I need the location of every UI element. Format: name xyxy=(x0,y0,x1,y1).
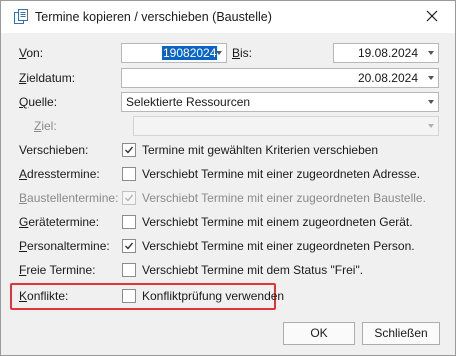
dialog-content: Von: 19082024 Bis: 19.08.2024 Zieldatum:… xyxy=(1,33,455,355)
bis-date-field[interactable]: 19.08.2024 xyxy=(333,43,439,63)
window-title: Termine kopieren / verschieben (Baustell… xyxy=(35,10,272,24)
adresstermine-checkbox-label[interactable]: Verschiebt Termine mit einer zugeordnete… xyxy=(142,167,420,181)
verschieben-checkbox-label[interactable]: Termine mit gewählten Kriterien verschie… xyxy=(142,143,378,157)
konflikte-checkbox[interactable] xyxy=(122,289,136,303)
checkmark-icon xyxy=(125,194,134,202)
copy-document-icon xyxy=(13,9,29,25)
label-quelle: Quelle: xyxy=(19,95,58,109)
close-button[interactable] xyxy=(409,1,455,33)
quelle-value: Selektierte Ressourcen xyxy=(126,95,251,109)
label-geraetetermine: Gerätetermine: xyxy=(19,215,100,229)
bis-date-value: 19.08.2024 xyxy=(357,46,418,60)
freie-termine-checkbox[interactable] xyxy=(122,263,136,277)
label-adresstermine: Adresstermine: xyxy=(19,167,100,181)
label-zieldatum: Zieldatum: xyxy=(19,71,76,85)
zieldatum-value: 20.08.2024 xyxy=(357,71,418,85)
ok-button[interactable]: OK xyxy=(283,322,355,345)
konflikte-checkbox-label[interactable]: Konfliktprüfung verwenden xyxy=(142,289,284,303)
von-date-value: 19082024 xyxy=(162,46,218,60)
label-verschieben: Verschieben: xyxy=(19,143,89,157)
label-freie-termine: Freie Termine: xyxy=(19,263,96,277)
checkmark-icon xyxy=(125,146,134,154)
dialog-window: Termine kopieren / verschieben (Baustell… xyxy=(0,0,456,356)
verschieben-checkbox[interactable] xyxy=(122,143,136,157)
geraetetermine-checkbox[interactable] xyxy=(122,215,136,229)
von-date-field[interactable]: 19082024 xyxy=(121,43,227,63)
label-personaltermine: Personaltermine: xyxy=(19,239,110,253)
title-bar: Termine kopieren / verschieben (Baustell… xyxy=(1,1,455,33)
chevron-down-icon[interactable] xyxy=(428,100,434,104)
geraetetermine-checkbox-label[interactable]: Verschiebt Termine mit einem zugeordnete… xyxy=(142,215,413,229)
chevron-down-icon xyxy=(428,124,434,128)
adresstermine-checkbox[interactable] xyxy=(122,167,136,181)
schliessen-button[interactable]: Schließen xyxy=(362,322,440,345)
chevron-down-icon[interactable] xyxy=(216,51,222,55)
label-von: Von: xyxy=(19,46,44,60)
personaltermine-checkbox[interactable] xyxy=(122,239,136,253)
chevron-down-icon[interactable] xyxy=(428,76,434,80)
zieldatum-field[interactable]: 20.08.2024 xyxy=(121,68,439,88)
label-baustellentermine: Baustellentermine: xyxy=(19,191,119,205)
label-ziel: Ziel: xyxy=(34,119,57,133)
quelle-select[interactable]: Selektierte Ressourcen xyxy=(121,92,439,112)
ziel-select xyxy=(133,116,439,136)
label-konflikte: Konflikte: xyxy=(19,289,69,303)
chevron-down-icon[interactable] xyxy=(428,51,434,55)
checkmark-icon xyxy=(125,242,134,250)
label-bis: Bis: xyxy=(232,46,253,60)
baustellentermine-checkbox xyxy=(122,191,136,205)
personaltermine-checkbox-label[interactable]: Verschiebt Termine mit einer zugeordnete… xyxy=(142,239,415,253)
close-icon xyxy=(426,10,438,25)
freie-termine-checkbox-label[interactable]: Verschiebt Termine mit dem Status "Frei"… xyxy=(142,263,363,277)
baustellentermine-checkbox-label: Verschiebt Termine mit einer zugeordnete… xyxy=(142,191,426,205)
